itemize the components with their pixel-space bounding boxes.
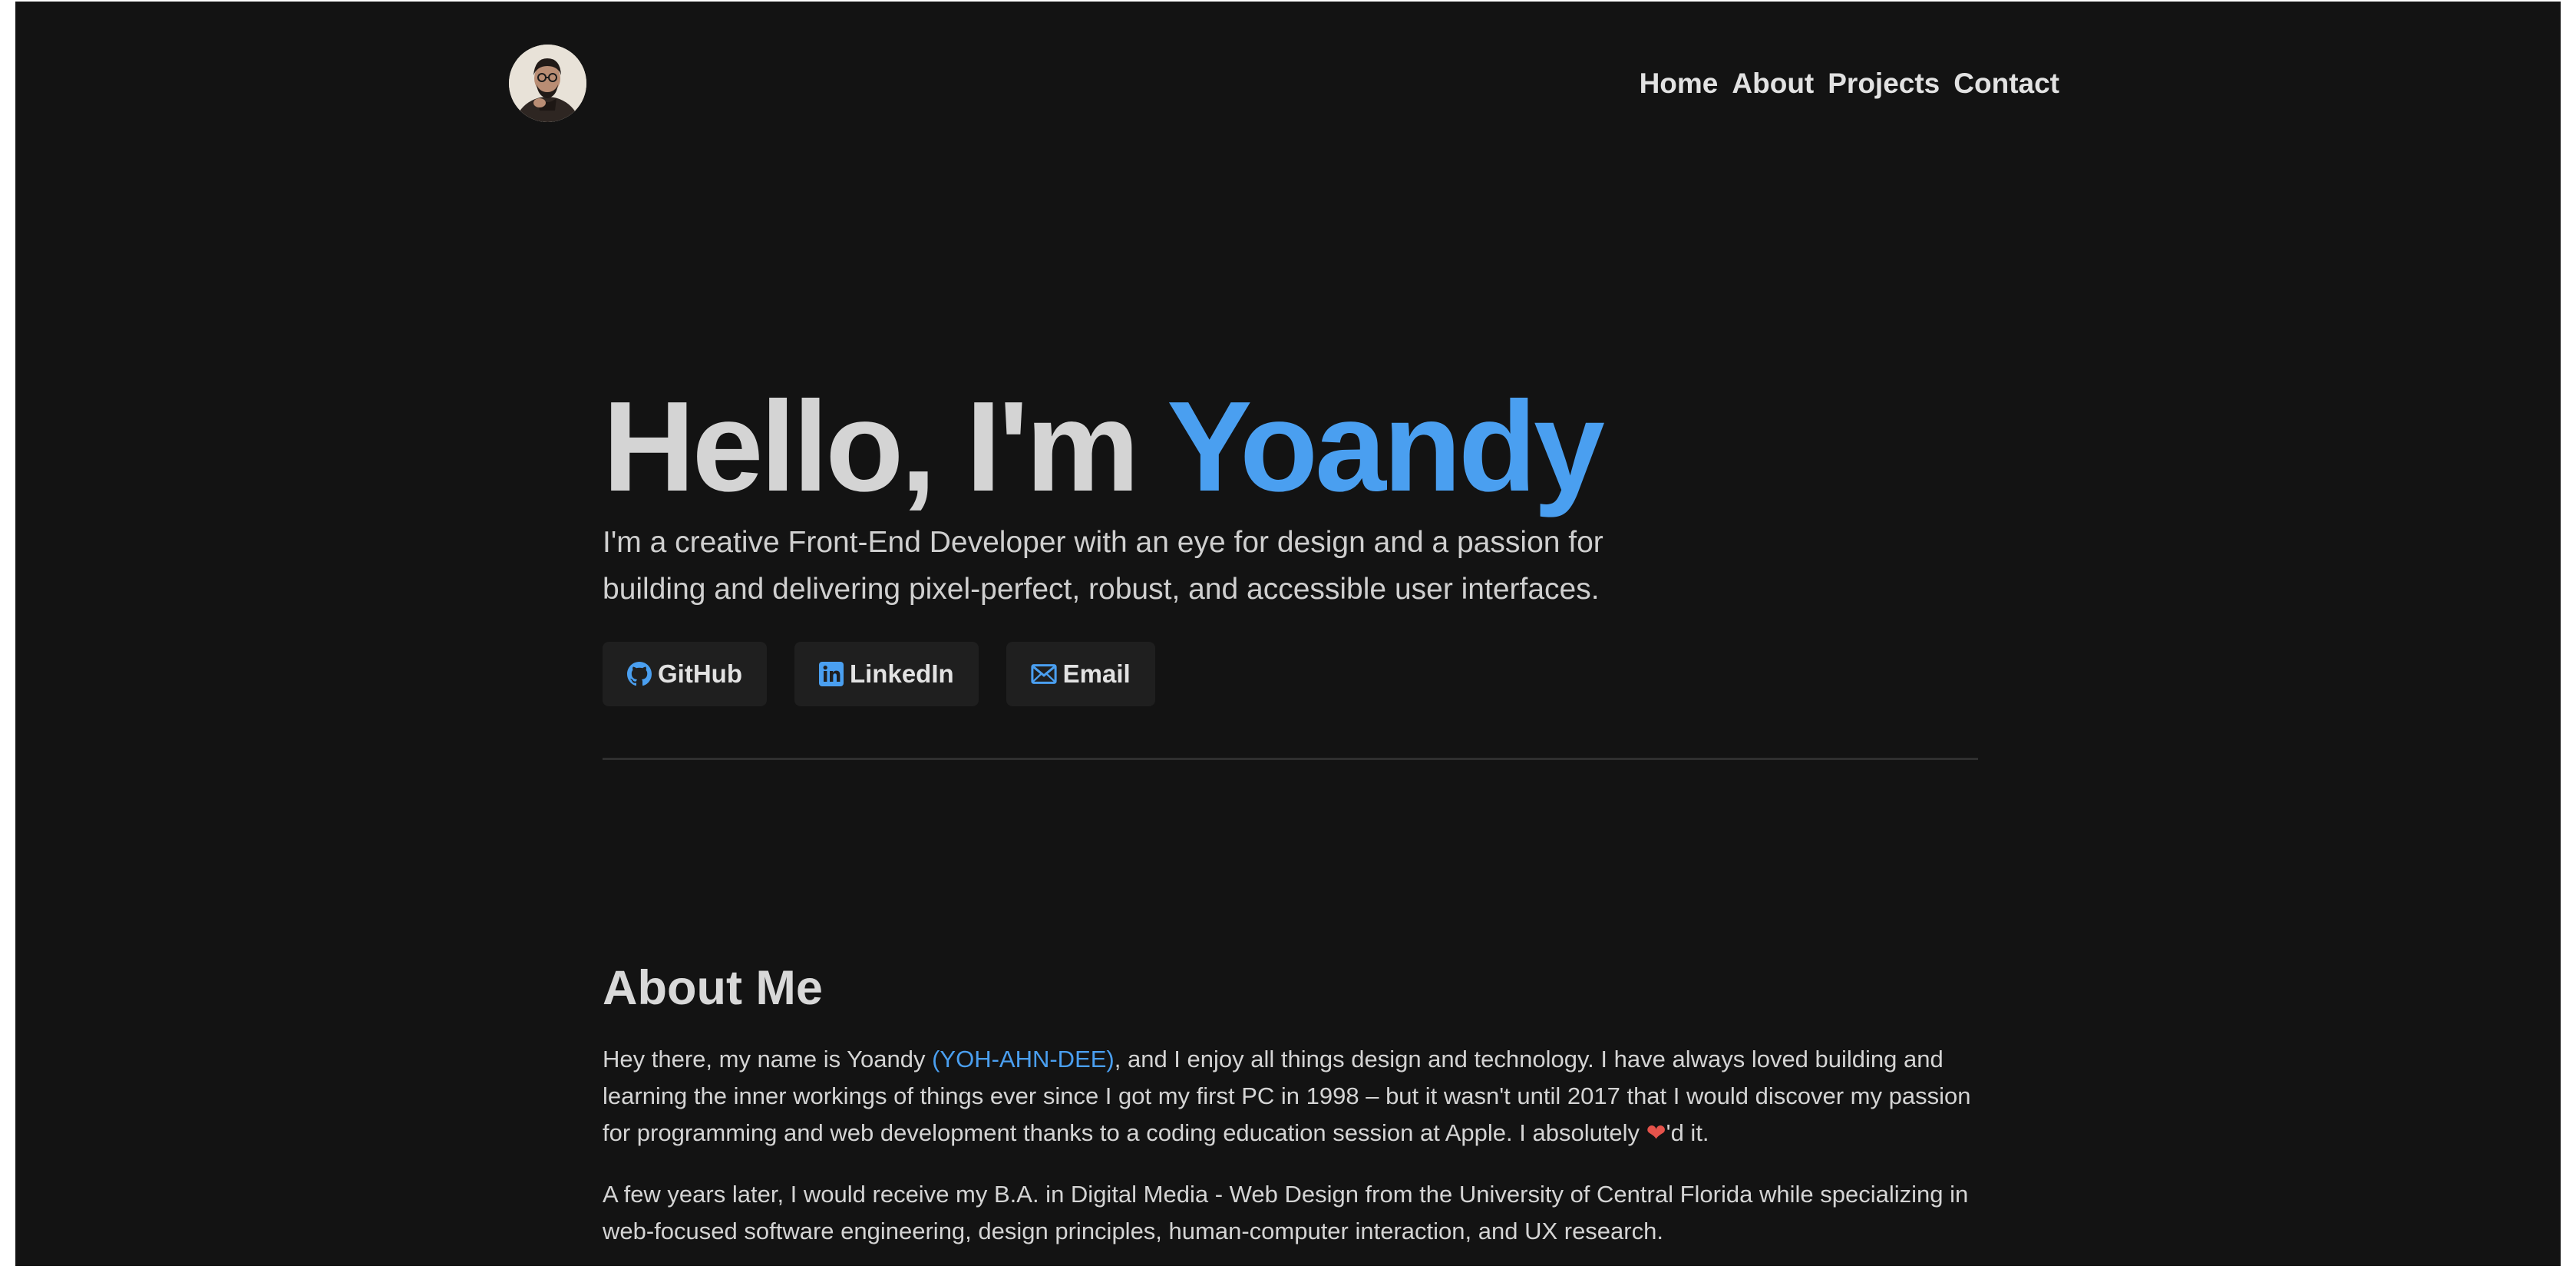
nav-projects[interactable]: Projects bbox=[1828, 64, 1940, 103]
page-frame: Home About Projects Contact Hello, I'm Y… bbox=[15, 2, 2561, 1266]
about-title: About Me bbox=[603, 961, 823, 1015]
github-button[interactable]: GitHub bbox=[603, 642, 767, 706]
about-paragraph-1: Hey there, my name is Yoandy (YOH-AHN-DE… bbox=[603, 1041, 1984, 1152]
main-nav: Home About Projects Contact bbox=[1640, 64, 2059, 103]
heart-icon: ❤ bbox=[1646, 1119, 1666, 1146]
avatar-portrait-icon bbox=[509, 45, 586, 122]
hero-title: Hello, I'm Yoandy bbox=[603, 370, 1605, 524]
hero-name: Yoandy bbox=[1167, 375, 1605, 518]
about-p1-end: 'd it. bbox=[1666, 1119, 1709, 1146]
nav-contact[interactable]: Contact bbox=[1953, 64, 2059, 103]
section-divider bbox=[603, 758, 1978, 760]
github-label: GitHub bbox=[658, 659, 742, 688]
pronunciation-link[interactable]: (YOH-AHN-DEE) bbox=[932, 1046, 1115, 1072]
nav-about[interactable]: About bbox=[1732, 64, 1814, 103]
about-p1-start: Hey there, my name is Yoandy bbox=[603, 1046, 933, 1072]
about-paragraph-2: A few years later, I would receive my B.… bbox=[603, 1181, 1969, 1244]
avatar[interactable] bbox=[509, 45, 586, 122]
email-button[interactable]: Email bbox=[1006, 642, 1155, 706]
hero-greeting: Hello, I'm bbox=[603, 375, 1167, 518]
nav-home[interactable]: Home bbox=[1640, 64, 1719, 103]
github-icon bbox=[627, 662, 652, 686]
social-links: GitHub LinkedIn Email bbox=[603, 642, 1155, 706]
linkedin-label: LinkedIn bbox=[849, 659, 954, 688]
hero-subtitle: I'm a creative Front-End Developer with … bbox=[603, 526, 1603, 606]
linkedin-button[interactable]: LinkedIn bbox=[794, 642, 979, 706]
email-label: Email bbox=[1062, 659, 1131, 688]
site-header: Home About Projects Contact bbox=[15, 2, 2561, 170]
linkedin-icon bbox=[818, 662, 844, 686]
mail-icon bbox=[1031, 663, 1057, 686]
